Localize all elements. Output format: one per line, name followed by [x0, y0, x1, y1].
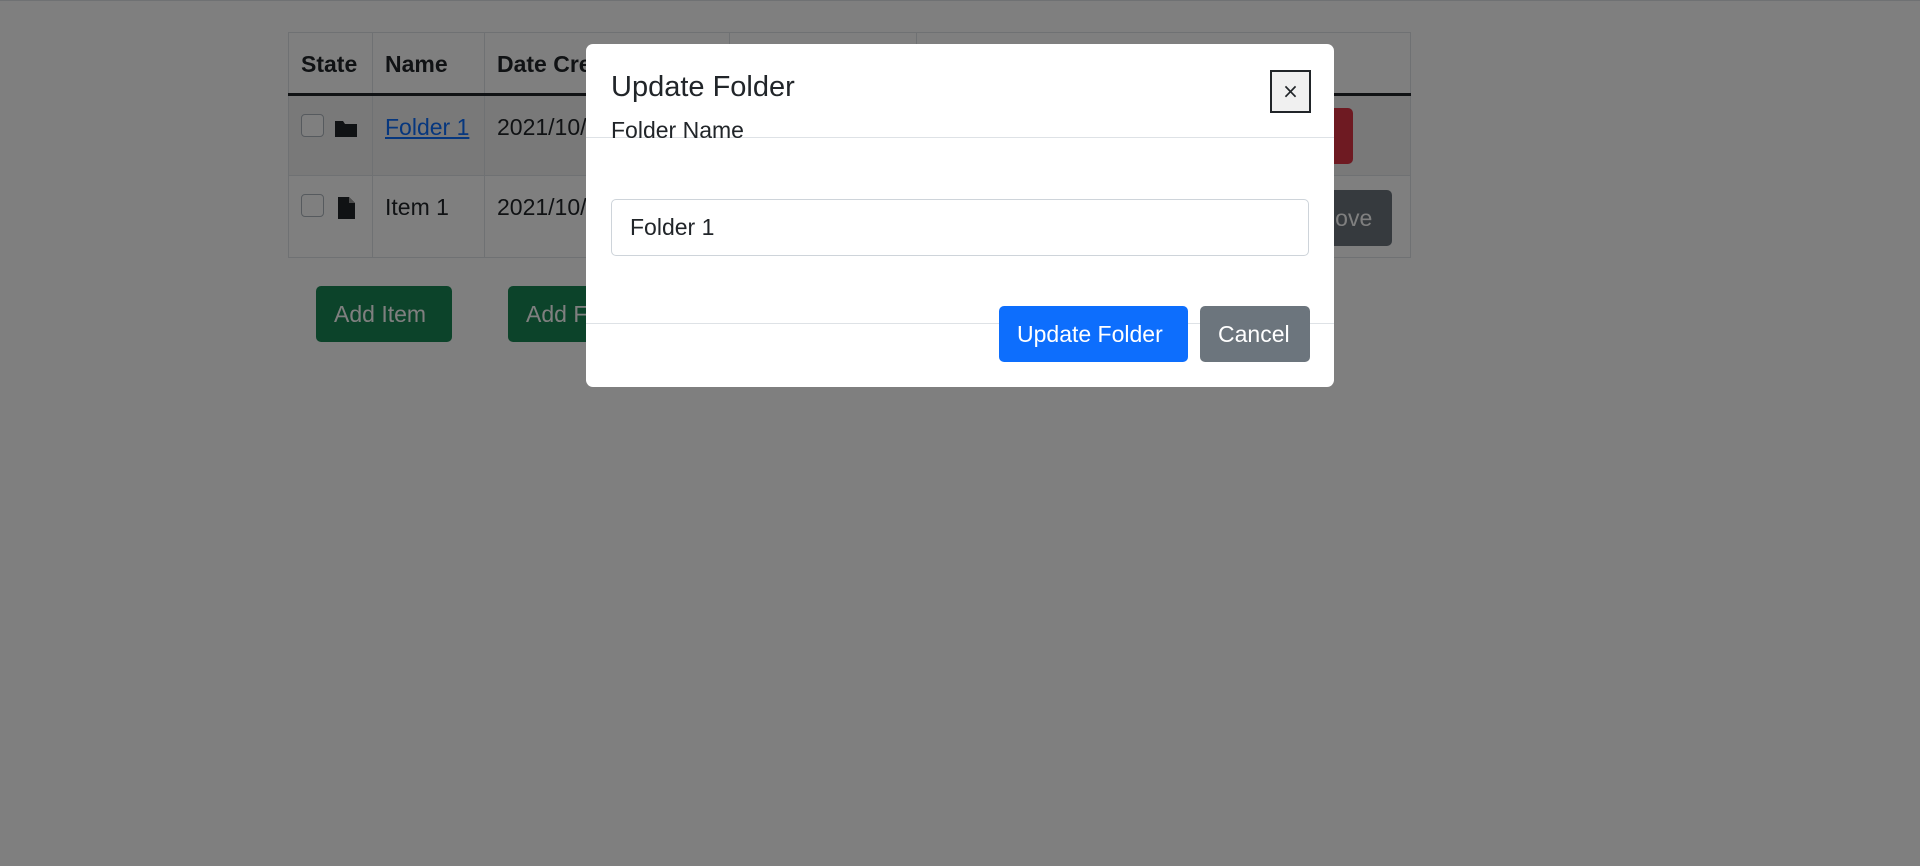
- folder-name-input[interactable]: [611, 199, 1309, 256]
- cancel-button[interactable]: Cancel: [1200, 306, 1310, 362]
- update-folder-modal: Update Folder × Folder Name Update Folde…: [586, 44, 1334, 387]
- folder-name-label: Folder Name: [611, 117, 744, 143]
- close-icon[interactable]: ×: [1270, 70, 1311, 113]
- update-folder-button[interactable]: Update Folder: [999, 306, 1188, 362]
- modal-title: Update Folder: [611, 71, 795, 103]
